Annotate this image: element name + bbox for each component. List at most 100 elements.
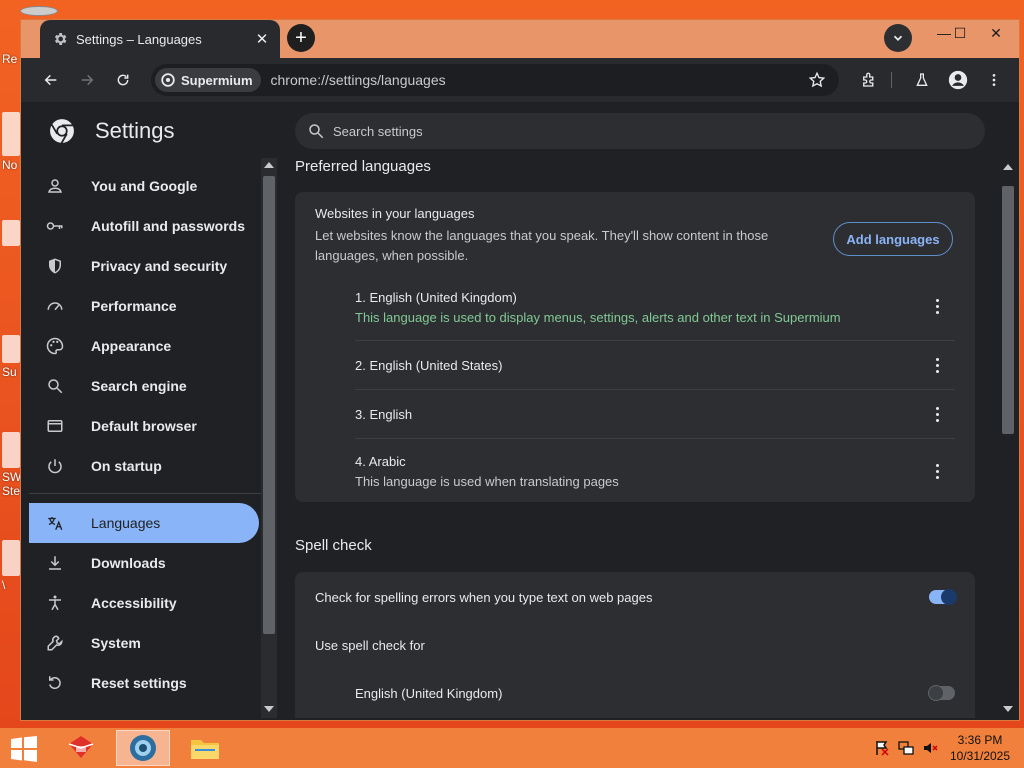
search-settings-input[interactable] (331, 122, 935, 140)
websites-languages-heading: Websites in your languages (315, 206, 475, 221)
add-languages-button[interactable]: Add languages (833, 222, 953, 256)
reload-icon (117, 74, 129, 86)
avatar-icon (948, 70, 968, 90)
key-icon (45, 216, 65, 236)
back-button[interactable] (37, 66, 65, 94)
new-tab-button[interactable]: + (287, 24, 315, 52)
taskbar: 3:36 PM 10/31/2025 (0, 728, 1024, 768)
scroll-down-arrow-icon[interactable] (264, 706, 274, 712)
desktop-icon-label: \ (2, 578, 6, 592)
sidebar-item-label: Downloads (91, 555, 166, 571)
page-title: Settings (95, 118, 175, 143)
gear-icon (54, 33, 67, 45)
windows-start-icon[interactable] (10, 736, 38, 762)
spell-check-toggle[interactable] (929, 589, 957, 605)
language-row: 1. English (United Kingdom) This languag… (355, 278, 955, 340)
browser-window-icon (45, 416, 65, 436)
desktop-icon-label: Su (2, 365, 17, 379)
palette-icon (45, 336, 65, 356)
browser-window: Settings – Languages ✕ + — ☐ ✕ Supermium… (20, 19, 1020, 721)
language-options-button[interactable] (923, 292, 951, 320)
taskbar-app-supermium[interactable] (116, 730, 170, 766)
main-scrollbar[interactable] (999, 158, 1017, 718)
profile-button[interactable] (944, 66, 972, 94)
language-options-button[interactable] (923, 457, 951, 485)
sidebar-item-privacy[interactable]: Privacy and security (29, 246, 259, 286)
sidebar-scrollbar[interactable] (261, 158, 277, 718)
desktop-icon-label: Re (2, 52, 18, 66)
clock-time: 3:36 PM (957, 733, 1003, 747)
taskbar-app-toolbox[interactable] (54, 730, 108, 766)
maximize-button[interactable]: ☐ (943, 20, 977, 46)
active-tab[interactable]: Settings – Languages ✕ (40, 20, 280, 58)
sidebar-item-label: Accessibility (91, 595, 177, 611)
network-icon[interactable] (898, 740, 914, 756)
accessibility-icon (45, 593, 65, 613)
sidebar-item-appearance[interactable]: Appearance (29, 326, 259, 366)
scrollbar-thumb[interactable] (263, 176, 275, 634)
spell-check-card: Check for spelling errors when you type … (295, 572, 975, 718)
spell-check-language-toggle[interactable] (928, 685, 955, 701)
more-vertical-icon (935, 297, 939, 315)
language-note: This language is used to display menus, … (355, 310, 841, 325)
settings-sidebar: You and Google Autofill and passwords Pr… (21, 158, 261, 718)
spell-check-use-for-label: Use spell check for (315, 638, 425, 653)
preferred-languages-card: Websites in your languages Let websites … (295, 192, 975, 502)
taskbar-app-file-explorer[interactable] (178, 730, 232, 766)
sidebar-item-search-engine[interactable]: Search engine (29, 366, 259, 406)
scroll-up-arrow-icon[interactable] (264, 162, 274, 168)
scroll-down-arrow-icon[interactable] (1003, 706, 1013, 712)
sidebar-item-label: System (91, 635, 141, 651)
tab-title: Settings – Languages (76, 31, 202, 47)
sidebar-item-you-and-google[interactable]: You and Google (29, 166, 259, 206)
puzzle-icon (863, 72, 874, 87)
scroll-up-arrow-icon[interactable] (1003, 164, 1013, 170)
sidebar-item-label: Default browser (91, 418, 197, 434)
language-name: 1. English (United Kingdom) (355, 290, 517, 305)
bookmark-star-button[interactable] (803, 66, 831, 94)
desktop-icon-label: SW (2, 470, 22, 484)
desktop-icon-label: Ste (2, 484, 21, 498)
sidebar-item-on-startup[interactable]: On startup (29, 446, 259, 486)
sidebar-item-system[interactable]: System (29, 623, 259, 663)
language-options-button[interactable] (923, 400, 951, 428)
search-settings-box[interactable] (295, 113, 985, 149)
sidebar-item-performance[interactable]: Performance (29, 286, 259, 326)
site-info-chip[interactable]: Supermium (155, 68, 261, 92)
sidebar-item-accessibility[interactable]: Accessibility (29, 583, 259, 623)
labs-button[interactable] (908, 66, 936, 94)
star-icon (808, 71, 826, 88)
more-vertical-icon (992, 74, 996, 86)
language-name: 2. English (United States) (355, 358, 503, 373)
extensions-button[interactable] (855, 66, 883, 94)
tab-close-icon[interactable]: ✕ (250, 27, 274, 51)
browser-menu-button[interactable] (980, 66, 1008, 94)
spell-check-language-name: English (United Kingdom) (355, 686, 503, 701)
flask-icon (916, 73, 928, 86)
address-bar[interactable]: Supermium chrome://settings/languages (151, 64, 839, 96)
site-chip-label: Supermium (181, 72, 253, 88)
volume-muted-icon[interactable] (922, 740, 938, 756)
close-window-button[interactable]: ✕ (979, 20, 1013, 46)
forward-button[interactable] (73, 66, 101, 94)
sidebar-item-autofill[interactable]: Autofill and passwords (29, 206, 259, 246)
settings-header: Settings (21, 102, 1019, 158)
supermium-icon (130, 735, 156, 761)
folder-icon (191, 740, 219, 759)
scrollbar-thumb[interactable] (1002, 186, 1014, 434)
sidebar-item-downloads[interactable]: Downloads (29, 543, 259, 583)
reload-button[interactable] (109, 66, 137, 94)
sidebar-item-default-browser[interactable]: Default browser (29, 406, 259, 446)
websites-languages-description: Let websites know the languages that you… (315, 228, 769, 263)
title-bar: Settings – Languages ✕ + — ☐ ✕ (21, 20, 1019, 58)
flag-icon[interactable] (874, 740, 890, 756)
spell-check-enable-label: Check for spelling errors when you type … (315, 590, 653, 605)
taskbar-clock[interactable]: 3:36 PM 10/31/2025 (944, 732, 1016, 764)
sidebar-item-reset-settings[interactable]: Reset settings (29, 663, 259, 703)
tab-search-button[interactable] (884, 24, 912, 52)
url-text[interactable]: chrome://settings/languages (271, 72, 803, 88)
sidebar-item-languages[interactable]: Languages (29, 503, 259, 543)
power-icon (45, 456, 65, 476)
browser-logo-icon (50, 119, 74, 144)
language-options-button[interactable] (923, 351, 951, 379)
